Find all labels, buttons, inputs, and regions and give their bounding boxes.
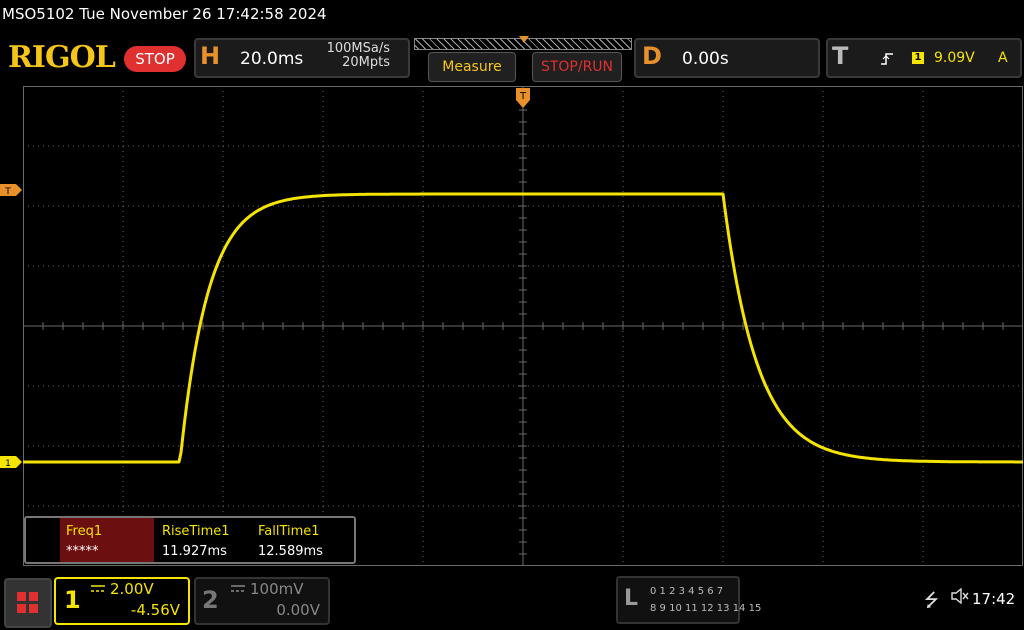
speaker-muted-icon[interactable] bbox=[950, 588, 970, 604]
trigger-source: 1 bbox=[912, 52, 924, 64]
graticule bbox=[23, 86, 1023, 566]
ch1-offset: -4.56V bbox=[130, 601, 180, 619]
measurement-value: 12.589ms bbox=[258, 544, 323, 559]
measurement-name: RiseTime1 bbox=[162, 524, 230, 539]
waveform-display[interactable] bbox=[23, 86, 1023, 566]
main-menu-icon[interactable] bbox=[4, 578, 52, 628]
window-title: MSO5102 Tue November 26 17:42:58 2024 bbox=[2, 5, 327, 23]
logic-channels-row1: 0 1 2 3 4 5 6 7 bbox=[650, 586, 724, 597]
trigger-letter: T bbox=[832, 42, 849, 70]
trigger-level-label: T bbox=[4, 187, 11, 196]
measurement-item[interactable]: FallTime1 12.589ms bbox=[252, 518, 352, 562]
usb-icon[interactable]: ⭍ bbox=[924, 588, 939, 618]
memory-depth: 20Mpts bbox=[342, 55, 390, 70]
measurement-value: 11.927ms bbox=[162, 544, 227, 559]
trigger-panel[interactable] bbox=[826, 38, 1022, 78]
run-state-badge[interactable]: STOP bbox=[124, 46, 186, 72]
trigger-level: 9.09V bbox=[934, 50, 975, 66]
delay-value: 0.00s bbox=[682, 49, 729, 69]
timebase-value: 20.0ms bbox=[240, 49, 304, 69]
measurement-table[interactable]: Freq1 ***** RiseTime1 11.927ms FallTime1… bbox=[24, 516, 356, 564]
ch2-number: 2 bbox=[202, 586, 219, 614]
trigger-level-marker-icon: T bbox=[0, 184, 22, 196]
trigger-position-label: T bbox=[519, 91, 527, 102]
dc-coupling-icon bbox=[231, 585, 245, 592]
ch2-scale: 100mV bbox=[250, 580, 304, 598]
logic-letter: L bbox=[624, 586, 639, 611]
measurement-value: ***** bbox=[66, 544, 99, 559]
trigger-position-marker-icon: T bbox=[516, 88, 530, 108]
measurement-item[interactable]: RiseTime1 11.927ms bbox=[156, 518, 250, 562]
measure-button[interactable]: Measure bbox=[428, 52, 516, 82]
sample-rate: 100MSa/s bbox=[326, 41, 390, 56]
trigger-mode: A bbox=[998, 50, 1008, 66]
ch2-offset: 0.00V bbox=[276, 601, 320, 619]
rising-edge-icon bbox=[880, 52, 894, 70]
logic-channels-row2: 8 9 10 11 12 13 14 15 bbox=[650, 603, 762, 614]
measurement-name: FallTime1 bbox=[258, 524, 320, 539]
measurement-item[interactable]: Freq1 ***** bbox=[60, 518, 154, 562]
system-clock: 17:42 bbox=[972, 590, 1016, 608]
measurement-name: Freq1 bbox=[66, 524, 103, 539]
delay-letter: D bbox=[642, 42, 662, 70]
stop-run-button[interactable]: STOP/RUN bbox=[532, 52, 622, 82]
ch1-number: 1 bbox=[64, 586, 81, 614]
ch1-scale: 2.00V bbox=[110, 580, 154, 598]
ch1-ground-marker-icon: 1 bbox=[0, 456, 22, 468]
dc-coupling-icon bbox=[91, 585, 105, 592]
ch1-ground-label: 1 bbox=[5, 459, 11, 468]
memory-trigger-marker-icon bbox=[519, 36, 529, 43]
rigol-logo: RIGOL bbox=[8, 40, 116, 75]
horizontal-letter: H bbox=[200, 42, 221, 70]
sample-info: 100MSa/s 20Mpts bbox=[310, 42, 390, 70]
